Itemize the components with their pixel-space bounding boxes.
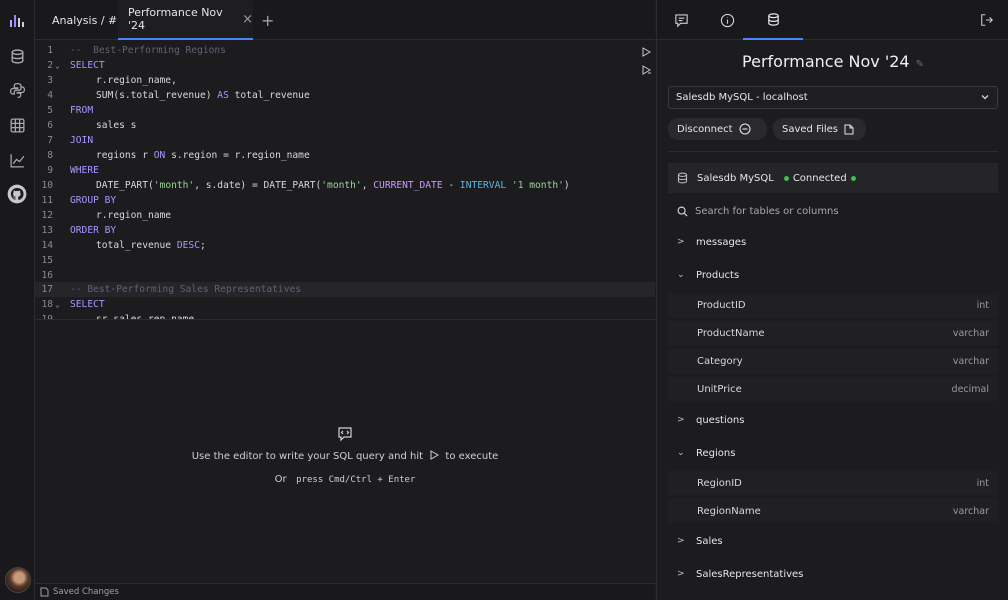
code-line: 14 total_revenue DESC; xyxy=(41,240,206,251)
github-icon[interactable] xyxy=(7,184,27,204)
right-panel: Performance Nov '24 ✎ Salesdb MySQL - loc… xyxy=(656,0,1008,600)
code-line: 15 xyxy=(41,255,53,266)
code-line: 1 -- Best-Performing Regions xyxy=(47,45,226,56)
code-line: 19 sr.sales_rep_name xyxy=(41,314,195,320)
avatar[interactable] xyxy=(5,567,31,593)
tab-database[interactable] xyxy=(743,0,803,40)
bars-logo-icon[interactable] xyxy=(9,12,25,28)
divider xyxy=(668,151,998,152)
disconnect-button[interactable]: Disconnect xyxy=(668,118,767,140)
chevron-down-icon: ⌄ xyxy=(677,270,685,280)
tab-analysis[interactable]: Analysis / #1 xyxy=(52,0,124,40)
close-icon[interactable]: × xyxy=(242,12,253,27)
db-name: Salesdb MySQL xyxy=(697,172,774,184)
page-title: Performance Nov '24 ✎ xyxy=(742,52,924,71)
run-icon[interactable] xyxy=(641,47,651,57)
column-item[interactable]: ProductName varchar xyxy=(668,321,998,345)
logout-button[interactable] xyxy=(967,0,1007,40)
add-tab-button[interactable]: + xyxy=(261,0,274,40)
table-item-products[interactable]: ⌄ Products xyxy=(668,262,998,288)
panel-tabs xyxy=(657,0,1008,40)
code-line: 13 ORDER BY xyxy=(41,225,117,236)
search-input[interactable]: Search for tables or columns xyxy=(677,203,997,219)
shortcut-hint: Or press Cmd/Ctrl + Enter xyxy=(274,474,416,485)
code-bubble-icon xyxy=(338,427,352,442)
table-item-sales[interactable]: > Sales xyxy=(668,528,998,554)
column-item[interactable]: Category varchar xyxy=(668,349,998,373)
tab-performance[interactable]: Performance Nov '24 × xyxy=(118,0,253,40)
chevron-right-icon: > xyxy=(677,536,685,546)
empty-hint: Use the editor to write your SQL query a… xyxy=(191,450,499,462)
file-icon xyxy=(844,124,854,134)
code-line: 7 JOIN xyxy=(47,135,94,146)
table-item-questions[interactable]: > questions xyxy=(668,407,998,433)
code-line: 9 WHERE xyxy=(47,165,99,176)
saved-status: Saved Changes xyxy=(53,587,119,597)
document-icon xyxy=(40,587,49,597)
tab-label: Analysis / #1 xyxy=(52,13,125,27)
table-icon[interactable] xyxy=(9,117,26,134)
chevron-right-icon: > xyxy=(677,415,685,425)
sql-editor[interactable]: 1 -- Best-Performing Regions 2 ⌄ SELECT 3 r.… xyxy=(35,40,655,320)
chat-icon xyxy=(674,13,688,27)
status-dot xyxy=(783,175,789,181)
database-icon[interactable] xyxy=(9,48,26,65)
column-item[interactable]: RegionID int xyxy=(668,471,998,495)
minus-circle-icon xyxy=(739,123,751,135)
database-icon xyxy=(677,172,688,184)
connected-database[interactable]: Salesdb MySQL Connected xyxy=(668,163,998,193)
table-item-regions[interactable]: ⌄ Regions xyxy=(668,440,998,466)
logout-icon xyxy=(981,14,993,26)
edit-icon[interactable]: ✎ xyxy=(916,59,924,70)
chevron-down-icon[interactable]: ⌄ xyxy=(55,58,60,73)
code-line: 16 xyxy=(41,270,53,281)
chevron-right-icon: > xyxy=(677,237,685,247)
python-icon[interactable] xyxy=(9,82,26,99)
left-rail xyxy=(0,0,35,600)
play-icon xyxy=(430,450,440,460)
code-line: 11 GROUP BY xyxy=(41,195,117,206)
table-item-messages[interactable]: > messages xyxy=(668,229,998,255)
code-line: 4 SUM(s.total_revenue) AS total_revenue xyxy=(47,90,310,101)
table-item-salesrepresentatives[interactable]: > SalesRepresentatives xyxy=(668,561,998,587)
code-line-active: 17 -- Best-Performing Sales Representativ… xyxy=(35,282,655,297)
chevron-down-icon xyxy=(981,95,989,100)
connection-select[interactable]: Salesdb MySQL - localhost xyxy=(668,86,998,109)
code-line: 8 regions r ON s.region = r.region_name xyxy=(47,150,310,161)
saved-files-button[interactable]: Saved Files xyxy=(773,118,866,140)
tab-label: Performance Nov '24 xyxy=(128,6,223,32)
chevron-down-icon[interactable]: ⌄ xyxy=(55,297,60,312)
code-line: 5 FROM xyxy=(47,105,94,116)
code-line: 12 r.region_name xyxy=(41,210,172,221)
editor-tab-bar: Analysis / #1 Performance Nov '24 × + xyxy=(35,0,655,40)
result-panel: Use the editor to write your SQL query a… xyxy=(35,320,655,583)
code-line: 18 ⌄ SELECT xyxy=(41,297,105,312)
column-item[interactable]: ProductID int xyxy=(668,293,998,317)
db-status: Connected xyxy=(792,172,847,184)
code-line: 3 r.region_name, xyxy=(47,75,177,86)
run-step-icon[interactable] xyxy=(641,65,651,75)
code-line: 6 sales s xyxy=(47,120,137,131)
search-icon xyxy=(677,206,688,217)
status-bar: Saved Changes xyxy=(35,583,655,600)
code-line: 10 DATE_PART('month', s.date) = DATE_PART… xyxy=(41,180,570,191)
column-item[interactable]: RegionName varchar xyxy=(668,499,998,523)
database-tab-icon xyxy=(767,12,779,26)
column-item[interactable]: UnitPrice decimal xyxy=(668,377,998,401)
chevron-right-icon: > xyxy=(677,569,685,579)
chart-icon[interactable] xyxy=(9,152,26,169)
chevron-down-icon: ⌄ xyxy=(677,448,685,458)
status-dot xyxy=(850,175,856,181)
code-line: 2 ⌄ SELECT xyxy=(47,58,105,73)
info-icon xyxy=(720,13,734,27)
